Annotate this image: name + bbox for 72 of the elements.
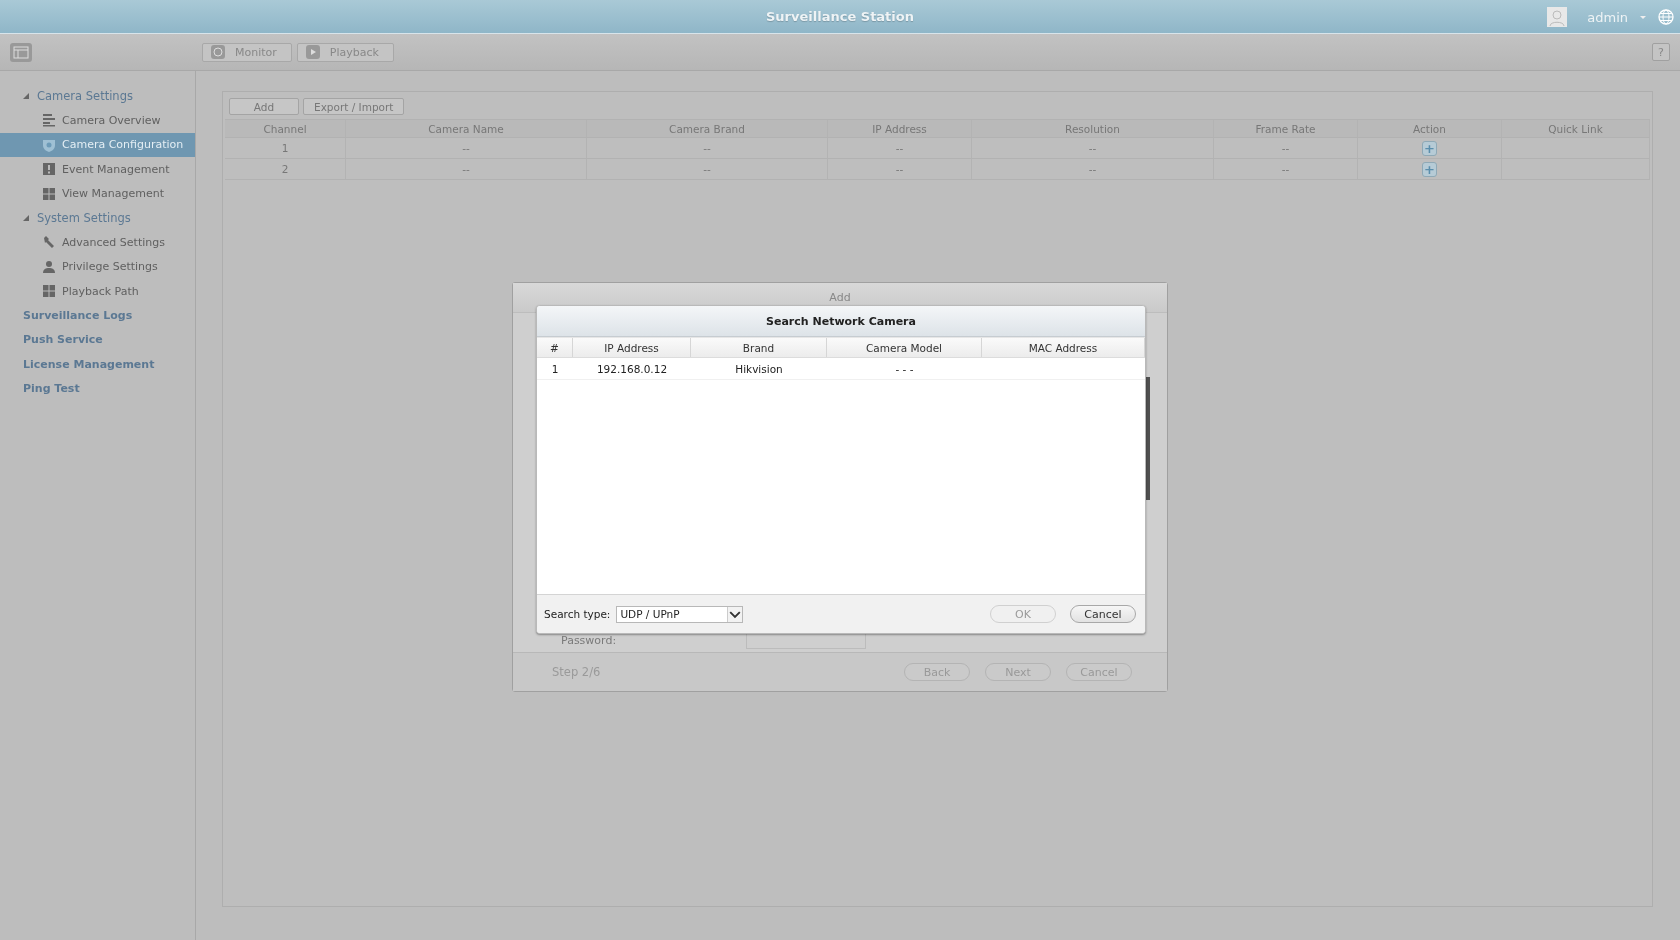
- column-header: Channel: [225, 120, 346, 137]
- toolbar-button[interactable]: Monitor: [202, 42, 292, 62]
- wrench-icon: [42, 235, 56, 250]
- dialog-button[interactable]: Cancel: [1070, 605, 1136, 623]
- sidebar-item[interactable]: Advanced Settings: [0, 230, 195, 255]
- user-name[interactable]: admin: [1587, 9, 1628, 25]
- alert-icon: [42, 162, 56, 177]
- sidebar-item[interactable]: Privilege Settings: [0, 254, 195, 279]
- avatar-icon: [1547, 7, 1568, 27]
- table-cell-text: 192.168.0.12: [595, 361, 669, 377]
- sidebar-link[interactable]: License Management: [0, 352, 195, 377]
- face-icon: [211, 45, 225, 59]
- sidebar-item[interactable]: Camera Overview: [0, 108, 195, 133]
- sidebar-group[interactable]: Camera Settings: [0, 84, 195, 108]
- globe-icon: [1658, 9, 1674, 25]
- play-icon: [305, 45, 320, 59]
- column-header: Camera Model: [827, 338, 982, 357]
- table-cell: --: [587, 138, 828, 158]
- table-cell: --: [972, 159, 1214, 179]
- toolbar-button[interactable]: Playback: [296, 42, 394, 62]
- sidebar-link[interactable]: Ping Test: [0, 377, 195, 402]
- caret-icon: [1640, 15, 1646, 19]
- table-cell-text: Hikvision: [734, 361, 784, 377]
- shield-icon: [42, 137, 56, 152]
- search-type-dropdown[interactable]: UDP / UPnP: [616, 605, 744, 623]
- sidebar-item[interactable]: Playback Path: [0, 279, 195, 304]
- window-title: Surveillance Station: [766, 9, 914, 24]
- table-cell: 1: [225, 138, 346, 158]
- table-cell: 2: [225, 159, 346, 179]
- sidebar-link[interactable]: Push Service: [0, 328, 195, 353]
- column-header: MAC Address: [982, 338, 1145, 357]
- toolbar-button[interactable]: Export / Import: [303, 98, 405, 115]
- table-cell: --: [828, 138, 972, 158]
- add-button[interactable]: +: [1422, 161, 1437, 177]
- column-header: Camera Name: [346, 120, 587, 137]
- table-cell: --: [1214, 159, 1358, 179]
- column-header: Brand: [691, 338, 827, 357]
- table-cell: --: [346, 159, 587, 179]
- expanded-triangle-icon: [23, 93, 29, 99]
- column-header: Frame Rate: [1214, 120, 1358, 137]
- dialog-title: Search Network Camera: [537, 306, 1145, 337]
- table-cell: --: [587, 159, 828, 179]
- sidebar-item[interactable]: View Management: [0, 181, 195, 206]
- table-cell-text: 1: [550, 361, 560, 377]
- table-cell: --: [1214, 138, 1358, 158]
- field-label: Search type:: [544, 608, 611, 620]
- column-header: #: [537, 338, 573, 357]
- panel-icon: [10, 42, 32, 62]
- field-label: Password:: [561, 633, 618, 647]
- sidebar-link[interactable]: Surveillance Logs: [0, 303, 195, 328]
- grid-icon: [42, 186, 56, 201]
- table-cell-text: - - -: [894, 361, 915, 377]
- column-header: IP Address: [828, 120, 972, 137]
- column-header: Camera Brand: [587, 120, 828, 137]
- chevron-down-icon: [727, 606, 743, 622]
- help-button[interactable]: ?: [1652, 43, 1670, 61]
- grid-icon: [42, 284, 56, 299]
- column-header: Resolution: [972, 120, 1214, 137]
- sidebar-item[interactable]: Camera Configuration: [0, 132, 195, 157]
- sidebar-group[interactable]: System Settings: [0, 206, 195, 230]
- column-header: Action: [1358, 120, 1502, 137]
- column-header: Quick Link: [1502, 120, 1650, 137]
- column-header: IP Address: [573, 338, 691, 357]
- table-cell: --: [346, 138, 587, 158]
- person-icon: [42, 259, 56, 274]
- table-cell: --: [828, 159, 972, 179]
- toolbar-button[interactable]: Add: [229, 98, 299, 115]
- add-button[interactable]: +: [1422, 140, 1437, 156]
- list-icon: [42, 113, 56, 128]
- sidebar-item[interactable]: Event Management: [0, 157, 195, 182]
- table-cell: --: [972, 138, 1214, 158]
- expanded-triangle-icon: [23, 215, 29, 221]
